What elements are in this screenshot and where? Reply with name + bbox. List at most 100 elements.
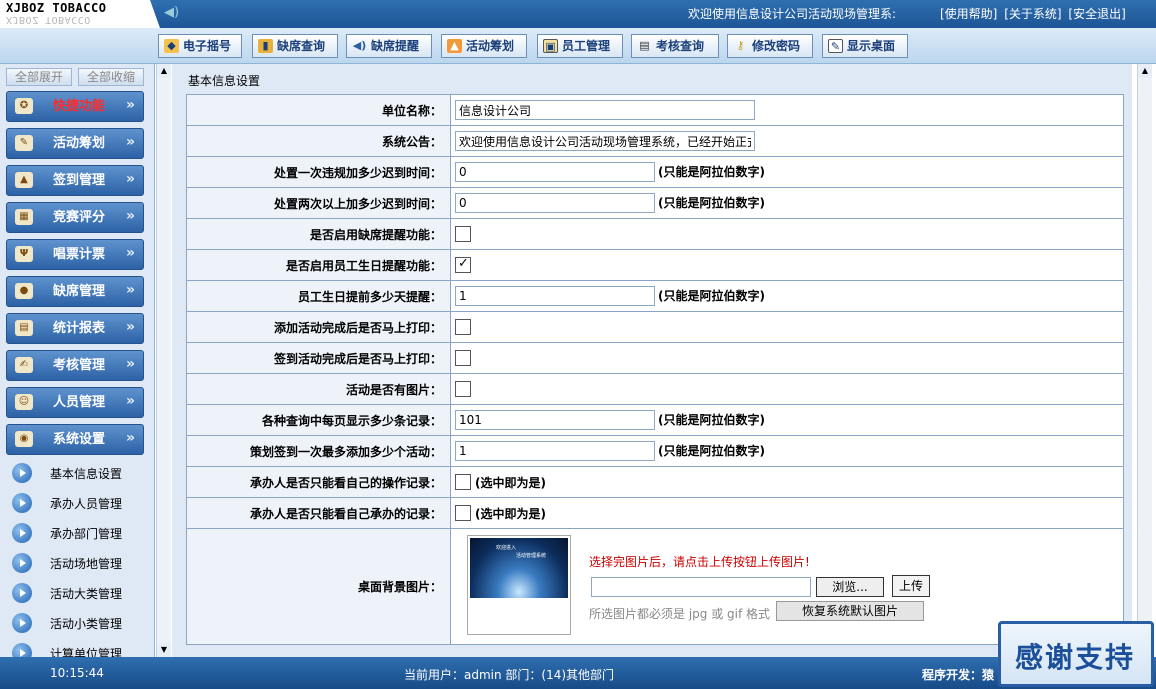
sidebar-item-personnel[interactable]: ☺ 人员管理 » [6,387,144,418]
sidebar-item-settings[interactable]: ◉ 系统设置 » [6,424,144,455]
activity-image-checkbox[interactable] [455,381,471,397]
staff-manage-button[interactable]: ▣ 员工管理 [537,34,623,58]
expand-all-button[interactable]: 全部展开 [6,68,72,86]
form-row: 各种查询中每页显示多少条记录： (只能是阿拉伯数字) [186,404,1124,436]
browse-button[interactable]: 浏览... [816,577,884,597]
thumbnail-text: 欢迎进入 [496,545,517,551]
sidebar-item-absence[interactable]: ● 缺席管理 » [6,276,144,307]
sidebar-item-label: 签到管理 [53,173,106,188]
change-password-button[interactable]: ⚷ 修改密码 [727,34,813,58]
form-row: 策划签到一次最多添加多少个活动： (只能是阿拉伯数字) [186,435,1124,467]
sidebar-item-vote-count[interactable]: Ψ 唱票计票 » [6,239,144,270]
form-row: 是否启用缺席提醒功能： [186,218,1124,250]
announcement-input[interactable] [455,131,755,151]
developer-credit: 程序开发：猿 [922,668,995,682]
subitem-subcategories[interactable]: 活动小类管理 [10,609,145,639]
subitem-label: 计算单位管理 [50,647,123,657]
subitem-units[interactable]: 计算单位管理 [10,639,145,657]
max-activities-input[interactable] [455,441,655,461]
sidebar-item-reports[interactable]: ▤ 统计报表 » [6,313,144,344]
birthday-remind-checkbox[interactable] [455,256,471,273]
form-row: 活动是否有图片： [186,373,1124,405]
globe-icon: ◉ [15,431,33,447]
double-chevron-icon: » [125,393,135,409]
speaker-icon[interactable]: ◀) [164,5,182,23]
double-chevron-icon: » [125,430,135,446]
id-card-icon: ▣ [543,39,558,53]
scroll-up-icon[interactable]: ▲ [157,64,171,78]
current-user: 当前用户：admin 部门：(14)其他部门 [404,668,615,682]
subitem-organizers[interactable]: 承办人员管理 [10,489,145,519]
help-link[interactable]: [使用帮助] [940,7,997,21]
absence-remind-checkbox[interactable] [455,226,471,242]
sidebar-item-shortcuts[interactable]: ✪ 快捷功能 » [6,91,144,122]
sidebar-item-assessment[interactable]: ✍ 考核管理 » [6,350,144,381]
shortcut-icon: ✪ [15,98,33,114]
scroll-down-icon[interactable]: ▼ [157,643,171,657]
absence-remind-button[interactable]: ◀) 缺席提醒 [346,34,432,58]
play-circle-icon [12,553,32,573]
own-records-checkbox[interactable] [455,505,471,521]
clock: 10:15:44 [50,666,104,680]
page-title: 基本信息设置 [188,74,261,88]
sidebar-item-checkin[interactable]: ▲ 签到管理 » [6,165,144,196]
double-chevron-icon: » [125,356,135,372]
org-name-input[interactable] [455,100,755,120]
main-scrollbar[interactable]: ▲ [1137,64,1152,657]
double-chevron-icon: » [125,245,135,261]
form-row: 桌面背景图片： 欢迎进入 活动管理系统 选择完图片后，请点击上传按钮上传图片! … [186,528,1124,645]
subitem-label: 活动小类管理 [50,617,123,631]
sidebar-scrollbar[interactable]: ▲ ▼ [156,64,171,657]
hint-text: (只能是阿拉伯数字) [658,196,765,210]
sidebar-item-label: 活动筹划 [53,136,106,151]
speaker-icon: ◀) [352,39,367,52]
desktop-icon: ✎ [828,39,843,53]
row-label: 桌面背景图片： [186,528,451,645]
double-chevron-icon: » [125,134,135,150]
toolbar: ◆ 电子摇号 ▮ 缺席查询 ◀) 缺席提醒 ▲ 活动筹划 ▣ 员工管理 ▤ 考核… [0,28,1156,64]
show-desktop-label: 显示桌面 [847,39,896,53]
subitem-categories[interactable]: 活动大类管理 [10,579,145,609]
sidebar-item-activity-plan[interactable]: ✎ 活动筹划 » [6,128,144,159]
assessment-query-button[interactable]: ▤ 考核查询 [631,34,719,58]
subitem-basic-info[interactable]: 基本信息设置 [10,459,145,489]
row-label: 是否启用缺席提醒功能： [186,218,451,250]
birthday-days-input[interactable] [455,286,655,306]
subitem-label: 基本信息设置 [50,467,123,481]
tag-icon: ◆ [164,39,179,53]
subitem-label: 活动大类管理 [50,587,123,601]
sidebar-item-scoring[interactable]: ▦ 竞赛评分 » [6,202,144,233]
restore-default-button[interactable]: 恢复系统默认图片 [776,601,924,621]
collapse-all-button[interactable]: 全部收缩 [78,68,144,86]
show-desktop-button[interactable]: ✎ 显示桌面 [822,34,908,58]
thumbnail-image [470,538,568,598]
change-password-label: 修改密码 [752,39,801,53]
file-path-input[interactable] [591,577,811,597]
upload-button[interactable]: 上传 [892,575,930,597]
sidebar-item-label: 竞赛评分 [53,210,106,225]
play-circle-icon [12,613,32,633]
own-operations-checkbox[interactable] [455,474,471,490]
lottery-button[interactable]: ◆ 电子摇号 [158,34,242,58]
logout-link[interactable]: [安全退出] [1068,7,1125,21]
single-violation-input[interactable] [455,162,655,182]
sidebar-item-label: 快捷功能 [53,99,106,114]
multi-violation-input[interactable] [455,193,655,213]
about-link[interactable]: [关于系统] [1004,7,1061,21]
double-chevron-icon: » [125,171,135,187]
print-after-add-checkbox[interactable] [455,319,471,335]
thumbnail-text: 活动管理系统 [516,553,547,559]
subitem-venues[interactable]: 活动场地管理 [10,549,145,579]
house-icon: ▲ [15,172,33,188]
page-size-input[interactable] [455,410,655,430]
lottery-label: 电子摇号 [183,39,232,53]
print-after-checkin-checkbox[interactable] [455,350,471,366]
subitem-departments[interactable]: 承办部门管理 [10,519,145,549]
scroll-up-icon[interactable]: ▲ [1138,64,1152,78]
plan-icon: ✎ [15,135,33,151]
background-thumbnail: 欢迎进入 活动管理系统 [467,535,571,635]
hint-text: (只能是阿拉伯数字) [658,289,765,303]
activity-plan-button[interactable]: ▲ 活动筹划 [441,34,527,58]
absence-query-button[interactable]: ▮ 缺席查询 [252,34,338,58]
absence-remind-label: 缺席提醒 [371,39,420,53]
